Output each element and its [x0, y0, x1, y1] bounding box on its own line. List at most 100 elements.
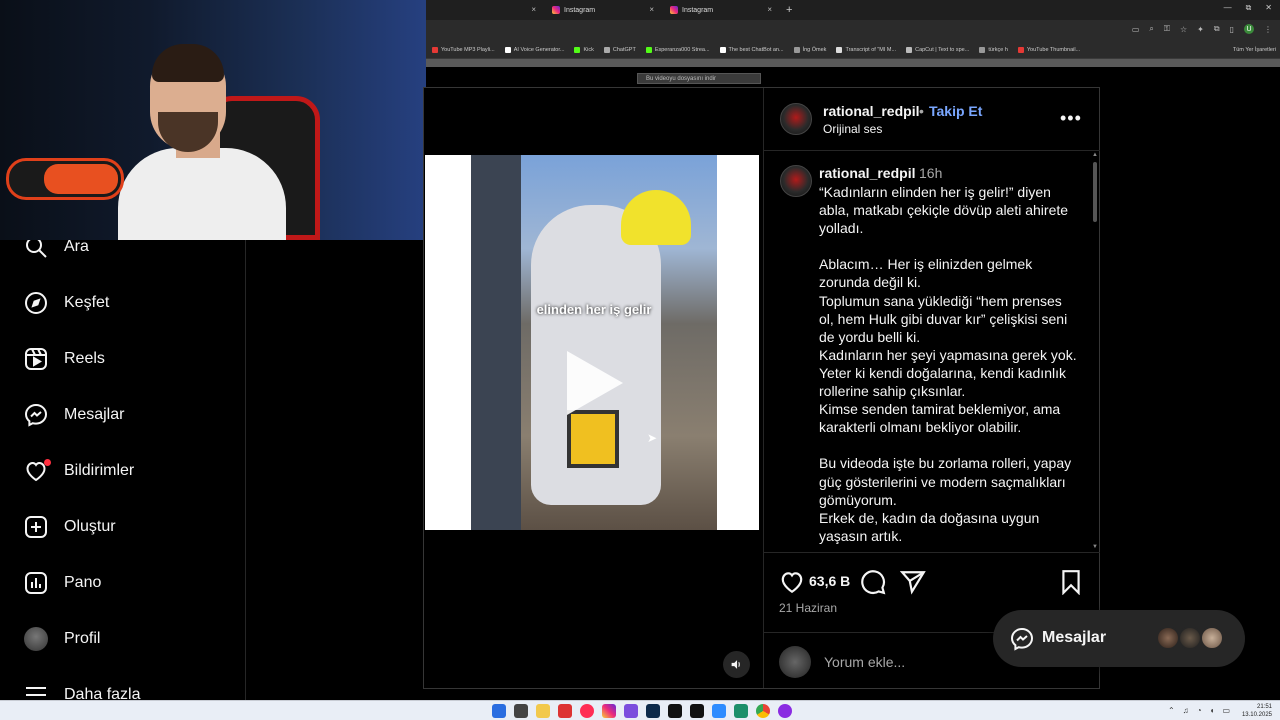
author-avatar[interactable] — [780, 103, 812, 135]
extension-icon[interactable]: ✦ — [1197, 25, 1204, 34]
bookmark[interactable]: The best ChatBot an... — [719, 47, 784, 53]
install-app-icon[interactable]: ▭ — [1132, 25, 1140, 34]
instagram-app-icon[interactable] — [602, 704, 616, 718]
bookmark[interactable]: CapCut | Text to spe... — [906, 47, 969, 53]
original-audio-link[interactable]: Orijinal ses — [823, 122, 882, 136]
save-bookmark-icon[interactable] — [1058, 569, 1084, 595]
sound-toggle-button[interactable] — [723, 651, 750, 678]
like-heart-icon[interactable] — [779, 569, 805, 595]
sidebar-item-messages[interactable]: Mesajlar — [24, 400, 124, 430]
sidebar-item-notifications[interactable]: Bildirimler — [24, 456, 134, 486]
close-window-button[interactable]: ✕ — [1265, 3, 1272, 13]
bookmark[interactable]: Transcript of "MI M... — [836, 47, 896, 53]
sidebar-item-search[interactable]: Ara — [24, 240, 89, 262]
post-details-panel: rational_redpil • Takip Et Orijinal ses … — [763, 88, 1100, 688]
sidebar-item-more[interactable]: Daha fazla — [24, 680, 141, 700]
video-thumbnail[interactable]: elinden her iş gelir ➤ — [471, 155, 717, 530]
app-icon[interactable] — [734, 704, 748, 718]
microphone-tray-icon[interactable]: ♫ — [1183, 706, 1189, 715]
bookmark[interactable]: İng Ömek — [793, 47, 826, 53]
bookmark[interactable]: Kick — [574, 47, 594, 53]
comment-icon[interactable] — [860, 569, 886, 595]
search-icon — [26, 240, 47, 258]
messages-floating-button[interactable]: Mesajlar — [993, 610, 1245, 667]
tiktok-icon[interactable] — [668, 704, 682, 718]
instagram-icon — [670, 6, 678, 14]
browser-tab-active[interactable]: Instagram × — [662, 0, 780, 20]
opera-icon[interactable] — [580, 704, 594, 718]
share-send-icon[interactable] — [900, 569, 926, 595]
author-username[interactable]: rational_redpil — [823, 103, 919, 119]
bookmark-star-icon[interactable]: ☆ — [1180, 25, 1187, 34]
zoom-icon[interactable]: ⌕ — [1149, 24, 1153, 34]
volume-icon[interactable]: ◖ — [1210, 706, 1215, 715]
video-player[interactable]: elinden her iş gelir ➤ — [425, 88, 762, 688]
app-icon[interactable] — [712, 704, 726, 718]
video-house-wall — [471, 155, 521, 530]
bookmark[interactable]: YouTube Thumbnail... — [1017, 47, 1080, 53]
play-icon[interactable] — [567, 351, 623, 415]
extensions-puzzle-icon[interactable]: ⧉ — [1214, 24, 1220, 34]
toolbar-icons: ▭ ⌕ ⚿ ☆ ✦ ⧉ ▯ U ⋮ — [1132, 24, 1272, 34]
file-explorer-icon[interactable] — [536, 704, 550, 718]
sidebar-item-label: Profil — [64, 630, 101, 647]
system-tray: ⌃ ♫ ◔ ◖ ▭ — [1168, 706, 1230, 715]
caption-username[interactable]: rational_redpil — [819, 165, 915, 181]
bookmark[interactable]: YouTube MP3 Playli... — [432, 47, 495, 53]
browser-menu-icon[interactable]: ⋮ — [1264, 25, 1272, 34]
scrollbar-thumb[interactable] — [1093, 162, 1097, 222]
new-tab-button[interactable]: + — [786, 4, 792, 16]
caption-avatar[interactable] — [780, 165, 812, 197]
profile-avatar[interactable]: U — [1244, 24, 1254, 34]
post-header: rational_redpil • Takip Et Orijinal ses … — [764, 88, 1100, 151]
close-tab-icon[interactable]: × — [531, 5, 536, 14]
app-icon[interactable] — [778, 704, 792, 718]
maximize-button[interactable]: ⧉ — [1246, 3, 1252, 13]
scroll-up-arrow-icon[interactable]: ▲ — [1092, 152, 1098, 158]
bookmark[interactable]: AI Voice Generator... — [504, 47, 564, 53]
caption-scrollbar[interactable]: ▲ ▼ — [1092, 152, 1098, 550]
start-windows-icon[interactable] — [492, 704, 506, 718]
task-view-icon[interactable] — [514, 704, 528, 718]
like-count[interactable]: 63,6 B — [809, 573, 850, 589]
key-icon[interactable]: ⚿ — [1164, 24, 1170, 34]
more-options-icon[interactable]: ••• — [1060, 108, 1082, 129]
menu-icon — [26, 687, 46, 696]
scroll-down-arrow-icon[interactable]: ▼ — [1092, 544, 1098, 550]
photoshop-icon[interactable] — [646, 704, 660, 718]
chrome-icon[interactable] — [756, 704, 770, 718]
battery-icon[interactable]: ▭ — [1222, 706, 1230, 715]
address-bar[interactable]: ▭ ⌕ ⚿ ☆ ✦ ⧉ ▯ U ⋮ — [426, 20, 1280, 42]
follow-button[interactable]: Takip Et — [929, 103, 982, 119]
capcut-icon[interactable] — [690, 704, 704, 718]
bookmark[interactable]: Esperanza000 Strea... — [645, 47, 710, 53]
close-tab-icon[interactable]: × — [649, 5, 654, 14]
bookmark[interactable]: ChatGPT — [603, 47, 636, 53]
comment-input[interactable] — [824, 652, 1024, 672]
sidebar-item-explore[interactable]: Keşfet — [24, 288, 109, 318]
download-video-bar[interactable]: Bu videoyu dosyasını indir — [637, 73, 761, 84]
close-tab-icon[interactable]: × — [767, 5, 772, 14]
sidebar-item-create[interactable]: Oluştur — [24, 512, 116, 542]
network-icon[interactable]: ◔ — [1197, 706, 1202, 715]
tab-title: Instagram — [682, 6, 714, 14]
bookmark-folder[interactable]: türkçe h — [979, 47, 1008, 53]
sidebar-item-label: Reels — [64, 350, 105, 367]
sidebar-item-dashboard[interactable]: Pano — [24, 568, 101, 598]
all-bookmarks[interactable]: Tüm Yer İşaretleri — [1233, 47, 1276, 53]
video-frame[interactable]: elinden her iş gelir ➤ — [425, 155, 759, 530]
sidebar-item-profile[interactable]: Profil — [24, 624, 100, 654]
browser-divider — [426, 59, 1280, 67]
app-icon[interactable] — [558, 704, 572, 718]
tray-chevron-icon[interactable]: ⌃ — [1168, 706, 1175, 715]
minimize-button[interactable]: — — [1224, 3, 1232, 13]
browser-tab[interactable]: × — [426, 0, 544, 20]
browser-tab[interactable]: Instagram × — [544, 0, 662, 20]
sidebar-item-reels[interactable]: Reels — [24, 344, 105, 374]
caption-text: “Kadınların elinden her iş gelir!” diyen… — [819, 184, 1077, 544]
streamer-body — [118, 148, 286, 240]
video-overlay-text: elinden her iş gelir — [536, 302, 652, 317]
discord-icon[interactable] — [624, 704, 638, 718]
sidebar-icon[interactable]: ▯ — [1230, 25, 1234, 34]
system-clock[interactable]: 21:51 13.10.2025 — [1242, 703, 1272, 719]
